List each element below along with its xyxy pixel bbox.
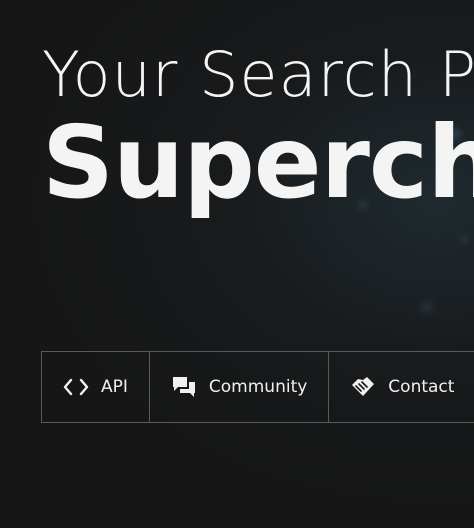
contact-link[interactable]: Contact <box>329 352 474 422</box>
api-link-label: API <box>101 377 128 397</box>
link-bar: API Community Contact <box>41 351 474 423</box>
api-link[interactable]: API <box>42 352 150 422</box>
community-link-label: Community <box>208 377 308 397</box>
contact-link-label: Contact <box>388 377 455 397</box>
handshake-icon <box>350 375 376 399</box>
page: Your Search P Superch API Community Cont… <box>0 0 474 528</box>
community-link[interactable]: Community <box>150 352 330 422</box>
bokeh-light <box>460 236 468 244</box>
hero-headline-line-1: Your Search P <box>42 38 474 111</box>
hero-headline-line-2: Superch <box>42 104 474 221</box>
chat-bubbles-icon <box>171 374 197 400</box>
code-icon <box>63 378 89 396</box>
bokeh-light <box>420 300 434 314</box>
